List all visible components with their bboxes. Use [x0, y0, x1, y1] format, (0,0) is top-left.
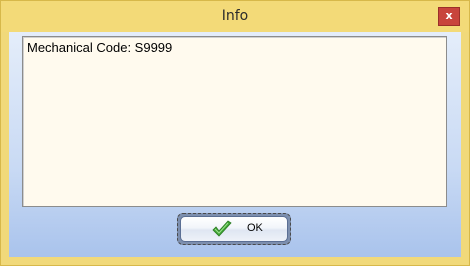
close-icon: x	[445, 9, 453, 22]
close-button[interactable]: x	[438, 7, 460, 26]
ok-button[interactable]: OK	[177, 213, 291, 245]
dialog-title: Info	[221, 8, 249, 24]
message-text: Mechanical Code: S9999	[27, 40, 173, 55]
ok-button-label: OK	[247, 222, 263, 234]
message-area: Mechanical Code: S9999	[22, 36, 447, 207]
dialog-body: Mechanical Code: S9999 OK	[9, 32, 461, 257]
checkmark-icon	[212, 220, 232, 237]
title-bar[interactable]: Info x	[1, 1, 469, 32]
info-dialog: Info x Mechanical Code: S9999 OK	[0, 0, 470, 266]
ok-button-face[interactable]: OK	[180, 216, 288, 242]
